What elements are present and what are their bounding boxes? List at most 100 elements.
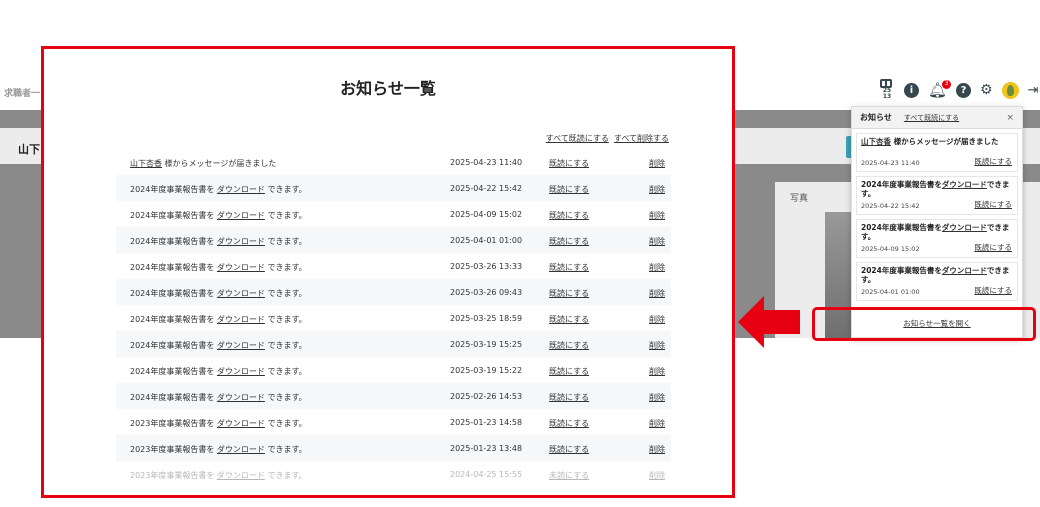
table-row: 2024年度事業報告書を ダウンロード できます。 2025-03-19 15:2… — [116, 357, 671, 383]
gear-icon[interactable]: ⚙ — [980, 83, 993, 97]
dropdown-item-date: 2025-04-01 01:00 — [861, 288, 920, 296]
notification-date: 2025-03-19 15:22 — [450, 366, 523, 375]
delete-link[interactable]: 削除 — [649, 392, 665, 403]
notification-message: 2023年度事業報告書を ダウンロード できます。 — [130, 471, 307, 480]
notification-link[interactable]: ダウンロード — [217, 237, 265, 246]
notification-link[interactable]: ダウンロード — [217, 367, 265, 376]
delete-link[interactable]: 削除 — [649, 418, 665, 429]
notification-count-badge: 3 — [942, 79, 952, 89]
notification-link[interactable]: ダウンロード — [217, 419, 265, 428]
dropdown-mark-read-link[interactable]: 既読にする — [974, 286, 1012, 295]
table-row: 2024年度事業報告書を ダウンロード できます。 2025-04-09 15:0… — [116, 201, 671, 227]
help-icon[interactable]: ? — [956, 82, 972, 98]
dropdown-item-link[interactable]: ダウンロード — [942, 266, 987, 275]
dropdown-mark-read-link[interactable]: 既読にする — [974, 157, 1012, 166]
page: 求職者一 山下 写真 25 13 i 🔔︎ 3 ? ⚙ ⇥ お知らせ すべて既読に… — [0, 0, 1040, 507]
mark-read-link[interactable]: 既読にする — [549, 366, 589, 377]
table-row: 2023年度事業報告書を ダウンロード できます。 2025-01-23 14:5… — [116, 409, 671, 435]
delete-link[interactable]: 削除 — [649, 158, 665, 169]
profile-name: 山下 — [18, 143, 40, 156]
notification-link[interactable]: ダウンロード — [217, 393, 265, 402]
table-row: 2023年度事業報告書を ダウンロード できます。 2024-04-25 15:5… — [116, 461, 671, 487]
logout-icon[interactable]: ⇥ — [1028, 84, 1039, 97]
notification-list-panel: お知らせ一覧 すべて既読にする すべて削除する 山下杏香 様からメッセージが届き… — [41, 46, 735, 498]
delete-link[interactable]: 削除 — [649, 444, 665, 455]
notification-message: 2024年度事業報告書を ダウンロード できます。 — [130, 263, 307, 272]
delete-link[interactable]: 削除 — [649, 470, 665, 481]
notification-date: 2025-04-09 15:02 — [450, 210, 523, 219]
notification-message: 2023年度事業報告書を ダウンロード できます。 — [130, 419, 307, 428]
notification-date: 2025-04-22 15:42 — [450, 184, 523, 193]
mark-read-link[interactable]: 既読にする — [549, 392, 589, 403]
delete-all-link[interactable]: すべて削除する — [614, 133, 669, 144]
delete-link[interactable]: 削除 — [649, 366, 665, 377]
notification-link[interactable]: ダウンロード — [217, 289, 265, 298]
mark-read-link[interactable]: 未読にする — [549, 470, 589, 481]
delete-link[interactable]: 削除 — [649, 236, 665, 247]
mark-read-link[interactable]: 既読にする — [549, 288, 589, 299]
table-row: 2024年度事業報告書を ダウンロード できます。 2025-04-22 15:4… — [116, 175, 671, 201]
mark-read-link[interactable]: 既読にする — [549, 418, 589, 429]
notification-date: 2025-03-19 15:25 — [450, 340, 523, 349]
info-icon[interactable]: i — [904, 82, 919, 98]
nav-label-job-seekers[interactable]: 求職者一 — [4, 86, 40, 99]
delete-link[interactable]: 削除 — [649, 210, 665, 221]
delete-link[interactable]: 削除 — [649, 184, 665, 195]
close-icon[interactable]: × — [1006, 113, 1014, 123]
dropdown-notification-item: 山下杏香 様からメッセージが届きました 2025-04-23 11:40 既読にする — [856, 133, 1018, 172]
notification-link[interactable]: 山下杏香 — [130, 159, 162, 168]
mark-read-link[interactable]: 既読にする — [549, 158, 589, 169]
photo-card-label: 写真 — [790, 194, 809, 204]
notification-table: 山下杏香 様からメッセージが届きました 2025-04-23 11:40 既読にする… — [116, 149, 671, 487]
mark-read-link[interactable]: 既読にする — [549, 314, 589, 325]
bell-icon[interactable]: 🔔︎ 3 — [928, 79, 952, 98]
mark-read-link[interactable]: 既読にする — [549, 236, 589, 247]
mark-read-link[interactable]: 既読にする — [549, 184, 589, 195]
notification-message: 山下杏香 様からメッセージが届きました — [130, 159, 277, 168]
notification-date: 2025-01-23 14:58 — [450, 418, 523, 427]
dropdown-mark-read-link[interactable]: 既読にする — [974, 200, 1012, 209]
notification-message: 2024年度事業報告書を ダウンロード できます。 — [130, 315, 307, 324]
notification-message: 2024年度事業報告書を ダウンロード できます。 — [130, 393, 307, 402]
delete-link[interactable]: 削除 — [649, 288, 665, 299]
dropdown-item-date: 2025-04-23 11:40 — [861, 159, 920, 167]
dropdown-item-text: 2024年度事業報告書をダウンロードできます。 — [861, 180, 1010, 198]
table-row: 山下杏香 様からメッセージが届きました 2025-04-23 11:40 既読にする… — [116, 149, 671, 175]
notification-link[interactable]: ダウンロード — [217, 211, 265, 220]
notification-link[interactable]: ダウンロード — [217, 315, 265, 324]
notification-message: 2024年度事業報告書を ダウンロード できます。 — [130, 185, 307, 194]
dropdown-mark-all-read-link[interactable]: すべて既読にする — [904, 113, 959, 123]
mark-read-link[interactable]: 既読にする — [549, 444, 589, 455]
notification-link[interactable]: ダウンロード — [217, 341, 265, 350]
dropdown-item-link[interactable]: ダウンロード — [942, 223, 987, 232]
dropdown-mark-read-link[interactable]: 既読にする — [974, 243, 1012, 252]
page-title: お知らせ一覧 — [340, 79, 436, 98]
dropdown-item-link[interactable]: 山下杏香 — [861, 137, 891, 146]
table-row: 2024年度事業報告書を ダウンロード できます。 2025-03-25 18:5… — [116, 305, 671, 331]
notification-dropdown: お知らせ すべて既読にする × 山下杏香 様からメッセージが届きました 2025-… — [851, 106, 1023, 338]
avatar[interactable] — [1001, 81, 1019, 99]
calendar-icon[interactable]: 25 13 — [878, 79, 895, 101]
mark-read-link[interactable]: 既読にする — [549, 340, 589, 351]
table-row: 2024年度事業報告書を ダウンロード できます。 2025-03-26 09:4… — [116, 279, 671, 305]
delete-link[interactable]: 削除 — [649, 340, 665, 351]
notification-link[interactable]: ダウンロード — [217, 445, 265, 454]
notification-date: 2025-03-25 18:59 — [450, 314, 523, 323]
notification-date: 2025-01-23 13:48 — [450, 444, 523, 453]
delete-link[interactable]: 削除 — [649, 314, 665, 325]
table-row: 2024年度事業報告書を ダウンロード できます。 2025-02-26 14:5… — [116, 383, 671, 409]
dropdown-notification-item: 2024年度事業報告書をダウンロードできます。 2025-04-09 15:02 既… — [856, 219, 1018, 258]
dropdown-notification-item: 2024年度事業報告書をダウンロードできます。 2025-04-22 15:42 既… — [856, 176, 1018, 215]
notification-date: 2025-03-26 13:33 — [450, 262, 523, 271]
table-row: 2024年度事業報告書を ダウンロード できます。 2025-03-19 15:2… — [116, 331, 671, 357]
table-row: 2024年度事業報告書を ダウンロード できます。 2025-03-26 13:3… — [116, 253, 671, 279]
mark-all-read-link[interactable]: すべて既読にする — [546, 133, 609, 144]
dropdown-item-link[interactable]: ダウンロード — [942, 180, 987, 189]
notification-link[interactable]: ダウンロード — [217, 471, 265, 480]
mark-read-link[interactable]: 既読にする — [549, 262, 589, 273]
notification-link[interactable]: ダウンロード — [217, 263, 265, 272]
notification-link[interactable]: ダウンロード — [217, 185, 265, 194]
delete-link[interactable]: 削除 — [649, 262, 665, 273]
notification-date: 2025-02-26 14:53 — [450, 392, 523, 401]
mark-read-link[interactable]: 既読にする — [549, 210, 589, 221]
